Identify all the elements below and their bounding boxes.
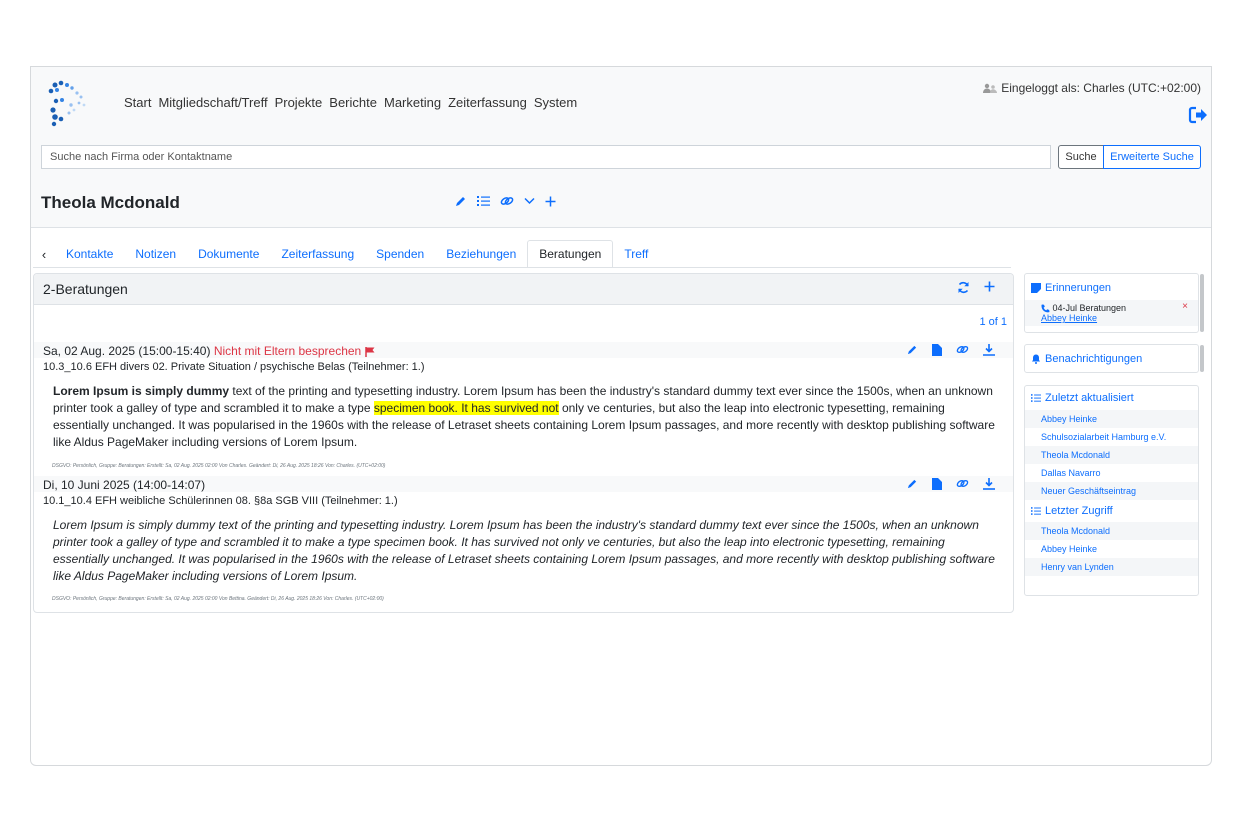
nav-time-tracking[interactable]: Zeiterfassung (448, 95, 527, 110)
notifications-title-label: Benachrichtigungen (1045, 353, 1143, 365)
refresh-icon[interactable] (957, 281, 970, 294)
nav-membership[interactable]: Mitgliedschaft/Treff (158, 95, 267, 110)
tab-beziehungen[interactable]: Beziehungen (435, 241, 527, 267)
tab-divider (33, 267, 1011, 268)
entry-body: Lorem Ipsum is simply dummy text of the … (53, 518, 995, 583)
last-access-item[interactable]: Henry van Lynden (1025, 558, 1198, 576)
last-access-item[interactable]: Theola Mcdonald (1025, 522, 1198, 540)
reminders-title-label: Erinnerungen (1045, 282, 1112, 294)
last-access-item[interactable]: Abbey Heinke (1025, 540, 1198, 558)
user-status: Eingeloggt als: Charles (UTC:+02:00) (983, 81, 1201, 95)
app-window: Start Mitgliedschaft/Treff Projekte Beri… (30, 66, 1212, 766)
document-icon[interactable] (932, 478, 942, 490)
tab-treff[interactable]: Treff (613, 241, 659, 267)
download-icon[interactable] (983, 344, 995, 356)
list-icon (1031, 506, 1041, 516)
scrollbar[interactable] (1200, 345, 1204, 372)
chevron-left-icon[interactable]: ‹ (33, 247, 55, 262)
recent-item[interactable]: Dallas Navarro (1025, 464, 1198, 482)
reminder-contact-link[interactable]: Abbey Heinke (1041, 313, 1182, 323)
tab-beratungen[interactable]: Beratungen (527, 240, 614, 268)
recent-item[interactable]: Theola Mcdonald (1025, 446, 1198, 464)
reminders-title[interactable]: Erinnerungen (1025, 274, 1198, 300)
download-icon[interactable] (983, 478, 995, 490)
nav-marketing[interactable]: Marketing (384, 95, 441, 110)
tab-zeiterfassung[interactable]: Zeiterfassung (270, 241, 365, 267)
nav-reports[interactable]: Berichte (329, 95, 377, 110)
search-bar: Suche nach Firma oder Kontaktname Suche … (41, 145, 1201, 171)
entry-body-highlight: specimen book. It has survived not (373, 401, 559, 415)
plus-icon[interactable] (545, 196, 556, 207)
reminders-card: Erinnerungen 04-Jul Beratungen × Abbey H… (1024, 273, 1204, 333)
pencil-icon[interactable] (907, 478, 918, 490)
entry-meta: DSGVO: Persönlich, Gruppe: Beratungen: E… (52, 463, 386, 469)
panel-title: 2-Beratungen (43, 281, 128, 297)
entry-flag-text: Nicht mit Eltern besprechen (213, 344, 362, 358)
panel-header: 2-Beratungen (34, 274, 1013, 305)
nav-system[interactable]: System (534, 95, 577, 110)
phone-icon (1041, 304, 1050, 313)
search-input[interactable]: Suche nach Firma oder Kontaktname (41, 145, 1051, 169)
consultation-entry: Sa, 02 Aug. 2025 (15:00-15:40) Nicht mit… (34, 342, 1013, 469)
entry-body-bold: Lorem Ipsum is simply dummy (53, 384, 230, 398)
logo[interactable] (41, 77, 93, 129)
notifications-title[interactable]: Benachrichtigungen (1025, 345, 1198, 371)
tab-kontakte[interactable]: Kontakte (55, 241, 124, 267)
tab-notizen[interactable]: Notizen (124, 241, 187, 267)
entry-actions (907, 478, 995, 490)
link-icon[interactable] (956, 344, 969, 356)
logged-in-label: Eingeloggt als: Charles (UTC:+02:00) (1001, 81, 1201, 95)
notifications-card: Benachrichtigungen (1024, 344, 1204, 373)
scrollbar[interactable] (1200, 274, 1204, 332)
advanced-search-button[interactable]: Erweiterte Suche (1103, 145, 1201, 169)
page-title: Theola Mcdonald (41, 193, 180, 212)
chevron-down-icon[interactable] (524, 197, 535, 205)
note-icon (1031, 283, 1041, 293)
entry-date: Di, 10 Juni 2025 (14:00-14:07) (43, 478, 206, 492)
recent-item[interactable]: Neuer Geschäftseintrag (1025, 482, 1198, 500)
link-icon[interactable] (956, 478, 969, 490)
document-icon[interactable] (932, 344, 942, 356)
flag-icon (364, 346, 375, 357)
last-access-title-label: Letzter Zugriff (1045, 505, 1113, 517)
tab-dokumente[interactable]: Dokumente (187, 241, 270, 267)
tab-spenden[interactable]: Spenden (365, 241, 435, 267)
pencil-icon[interactable] (907, 344, 918, 356)
pagination-label[interactable]: 1 of 1 (979, 316, 1007, 328)
recent-card: Zuletzt aktualisiert Abbey Heinke Schuls… (1024, 385, 1199, 596)
pencil-icon[interactable] (455, 195, 467, 207)
entry-actions (907, 344, 995, 356)
list-icon[interactable] (477, 195, 490, 207)
contact-toolbar (455, 195, 556, 207)
reminder-text: 04-Jul Beratungen (1052, 303, 1127, 313)
reminder-item: 04-Jul Beratungen × Abbey Heinke (1025, 300, 1198, 327)
close-icon[interactable]: × (1182, 301, 1188, 312)
nav-projects[interactable]: Projekte (275, 95, 323, 110)
logout-icon[interactable] (1188, 105, 1208, 125)
main-nav: Start Mitgliedschaft/Treff Projekte Beri… (124, 95, 577, 110)
link-icon[interactable] (500, 195, 514, 207)
recent-title: Zuletzt aktualisiert (1025, 386, 1198, 410)
entry-date-text: Sa, 02 Aug. 2025 (15:00-15:40) (43, 344, 211, 358)
recent-item[interactable]: Abbey Heinke (1025, 410, 1198, 428)
tab-bar: ‹ Kontakte Notizen Dokumente Zeiterfassu… (33, 240, 659, 268)
entry-subtitle: 10.1_10.4 EFH weibliche Schülerinnen 08.… (43, 495, 398, 507)
search-button[interactable]: Suche (1058, 145, 1104, 169)
entry-subtitle: 10.3_10.6 EFH divers 02. Private Situati… (43, 361, 425, 373)
entry-body: Lorem Ipsum is simply dummy text of the … (53, 383, 998, 451)
recent-item[interactable]: Schulsozialarbeit Hamburg e.V. (1025, 428, 1198, 446)
users-icon (983, 83, 998, 93)
entry-meta: DSGVO: Persönlich, Gruppe: Beratungen: E… (52, 596, 384, 602)
nav-start[interactable]: Start (124, 95, 151, 110)
top-bar: Start Mitgliedschaft/Treff Projekte Beri… (31, 67, 1211, 228)
consultation-entry: Di, 10 Juni 2025 (14:00-14:07) 10.1_10.4… (34, 476, 1013, 602)
add-icon[interactable] (984, 281, 995, 294)
entry-date: Sa, 02 Aug. 2025 (15:00-15:40) Nicht mit… (43, 344, 375, 358)
bell-icon (1031, 354, 1041, 364)
list-icon (1031, 393, 1041, 403)
consultations-panel: 2-Beratungen 1 of 1 Sa, 02 Aug. 2025 (15… (33, 273, 1014, 613)
last-access-title: Letzter Zugriff (1025, 500, 1198, 522)
recent-title-label: Zuletzt aktualisiert (1045, 392, 1134, 404)
